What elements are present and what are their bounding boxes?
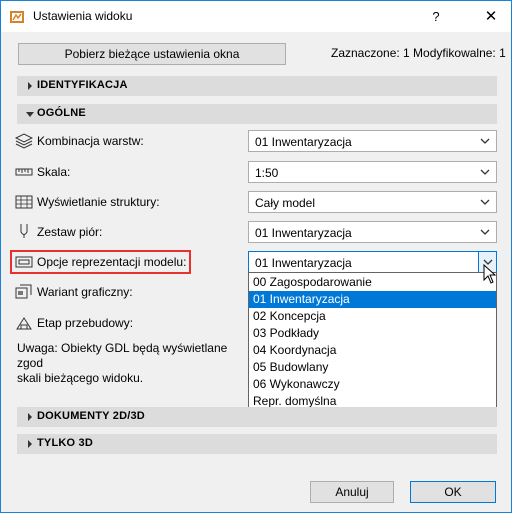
scale-select[interactable]: 1:50 xyxy=(248,161,497,183)
scale-label: Skala: xyxy=(37,165,71,179)
chevron-down-icon xyxy=(480,169,490,175)
layers-icon xyxy=(15,133,33,149)
view-settings-dialog: Ustawienia widoku ? ✕ Pobierz bieżące us… xyxy=(0,0,512,513)
pen-set-select[interactable]: 01 Inwentaryzacja xyxy=(248,221,497,243)
section-identification-label: IDENTYFIKACJA xyxy=(37,79,128,91)
chevron-down-icon xyxy=(480,138,490,144)
section-general[interactable]: OGÓLNE xyxy=(17,104,497,124)
window-title: Ustawienia widoku xyxy=(33,9,133,23)
collapse-arrow-icon xyxy=(26,112,34,117)
dropdown-item-03[interactable]: 03 Podkłady xyxy=(249,325,496,342)
dropdown-item-06[interactable]: 06 Wykonawczy xyxy=(249,376,496,393)
section-identification[interactable]: IDENTYFIKACJA xyxy=(17,76,497,96)
cancel-button[interactable]: Anuluj xyxy=(310,481,394,503)
gdl-note: Uwaga: Obiekty GDL będą wyświetlane zgod… xyxy=(17,341,247,386)
close-button[interactable]: ✕ xyxy=(471,1,511,32)
pen-icon xyxy=(20,224,28,238)
graphic-override-icon xyxy=(15,284,32,299)
section-3d-only[interactable]: TYLKO 3D xyxy=(17,434,497,454)
dropdown-item-00[interactable]: 00 Zagospodarowanie xyxy=(249,274,496,291)
renovation-label: Etap przebudowy: xyxy=(37,316,134,330)
mouse-cursor-icon xyxy=(483,264,497,284)
dropdown-item-05[interactable]: 05 Budowlany xyxy=(249,359,496,376)
expand-arrow-icon xyxy=(28,440,32,448)
gdl-note-line-1: Uwaga: Obiekty GDL będą wyświetlane zgod xyxy=(17,341,228,370)
gdl-note-line-2: skali bieżącego widoku. xyxy=(17,371,144,385)
layer-combination-value: 01 Inwentaryzacja xyxy=(255,135,352,149)
section-documents-label: DOKUMENTY 2D/3D xyxy=(37,410,145,422)
structure-display-select[interactable]: Cały model xyxy=(248,191,497,213)
section-3d-only-label: TYLKO 3D xyxy=(37,437,93,449)
expand-arrow-icon xyxy=(28,413,32,421)
renovation-icon xyxy=(16,317,32,330)
section-general-label: OGÓLNE xyxy=(37,107,86,119)
model-display-options-label: Opcje reprezentacji modelu: xyxy=(37,255,187,269)
graphic-override-label: Wariant graficzny: xyxy=(37,285,133,299)
dropdown-item-01[interactable]: 01 Inwentaryzacja xyxy=(249,291,496,308)
layer-combination-select[interactable]: 01 Inwentaryzacja xyxy=(248,130,497,152)
structure-display-value: Cały model xyxy=(255,196,316,210)
structure-display-label: Wyświetlanie struktury: xyxy=(37,195,160,209)
structure-icon xyxy=(15,195,33,209)
app-icon xyxy=(10,11,24,23)
selection-status: Zaznaczone: 1 Modyfikowalne: 1 xyxy=(331,46,506,60)
ok-button[interactable]: OK xyxy=(410,481,496,503)
chevron-down-icon xyxy=(480,229,490,235)
layer-combination-label: Kombinacja warstw: xyxy=(37,134,144,148)
dropdown-item-02[interactable]: 02 Koncepcja xyxy=(249,308,496,325)
pen-set-label: Zestaw piór: xyxy=(37,225,103,239)
scale-value: 1:50 xyxy=(255,166,279,180)
chevron-down-icon xyxy=(480,199,490,205)
expand-arrow-icon xyxy=(28,82,32,90)
model-display-options-value: 01 Inwentaryzacja xyxy=(255,256,352,270)
title-bar: Ustawienia widoku ? ✕ xyxy=(1,1,511,32)
model-display-options-select[interactable]: 01 Inwentaryzacja xyxy=(248,251,497,273)
section-documents[interactable]: DOKUMENTY 2D/3D xyxy=(17,407,497,427)
scale-icon xyxy=(15,168,33,176)
dropdown-item-04[interactable]: 04 Koordynacja xyxy=(249,342,496,359)
pen-set-value: 01 Inwentaryzacja xyxy=(255,226,352,240)
model-display-options-dropdown: 00 Zagospodarowanie 01 Inwentaryzacja 02… xyxy=(248,272,497,410)
model-display-icon xyxy=(15,256,33,268)
help-button[interactable]: ? xyxy=(421,1,451,32)
fetch-settings-button[interactable]: Pobierz bieżące ustawienia okna xyxy=(18,43,286,65)
